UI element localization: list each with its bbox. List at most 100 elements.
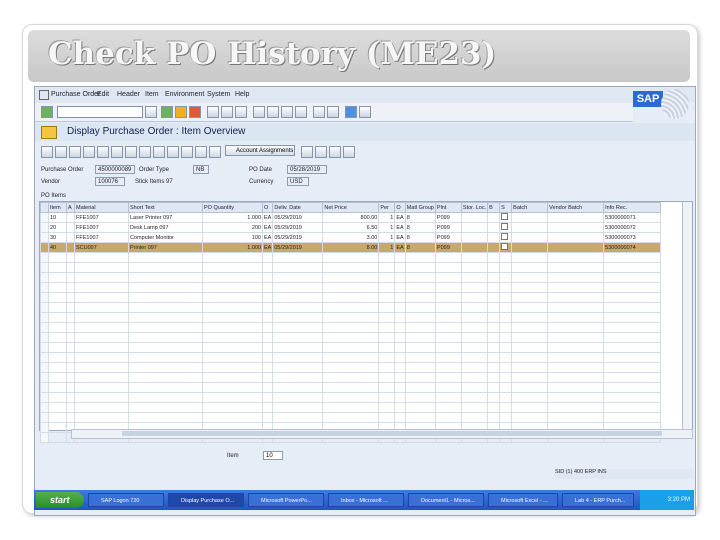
table-cell[interactable] [394,312,406,323]
table-cell[interactable] [48,382,67,393]
select-all-icon[interactable] [69,146,81,158]
table-cell[interactable] [434,302,462,313]
table-cell[interactable] [378,392,396,403]
table-cell[interactable] [434,342,462,353]
row-checkbox[interactable] [501,243,509,250]
row-selector[interactable] [40,342,49,353]
table-cell[interactable] [74,412,129,423]
table-cell[interactable] [128,312,203,323]
row-selector[interactable] [40,372,49,383]
next-page-icon[interactable] [281,106,293,118]
table-cell[interactable] [404,412,436,423]
row-selector[interactable] [40,322,49,333]
table-cell[interactable] [272,292,324,303]
table-cell[interactable] [128,402,203,413]
table-cell[interactable] [261,272,274,283]
table-cell[interactable] [272,262,324,273]
table-cell[interactable] [603,402,662,413]
table-cell[interactable] [547,282,605,293]
table-cell[interactable] [499,262,513,273]
table-cell[interactable] [66,252,75,263]
table-cell[interactable] [272,252,324,263]
row-selector[interactable] [40,212,49,223]
table-cell[interactable]: EA [261,232,274,243]
empty-row[interactable] [40,362,662,373]
table-cell[interactable] [434,282,462,293]
table-cell[interactable] [434,352,462,363]
table-cell[interactable] [272,372,324,383]
table-cell[interactable] [487,312,501,323]
shortcut-icon[interactable] [327,106,339,118]
menu-system[interactable]: System [207,91,230,98]
back-icon[interactable] [161,106,173,118]
empty-row[interactable] [40,302,662,313]
table-cell[interactable] [394,282,406,293]
menu-help[interactable]: Help [235,91,249,98]
table-cell[interactable] [460,302,489,313]
table-cell[interactable] [511,242,549,253]
table-cell[interactable] [48,322,67,333]
table-cell[interactable] [48,362,67,373]
table-cell[interactable] [547,312,605,323]
table-cell[interactable]: 1 [378,232,396,243]
schedule-icon[interactable] [181,146,193,158]
table-cell[interactable]: 1 [378,212,396,223]
table-cell[interactable] [460,272,489,283]
table-cell[interactable] [261,342,274,353]
table-cell[interactable] [511,312,549,323]
table-cell[interactable] [547,332,605,343]
table-cell[interactable] [404,322,436,333]
table-cell[interactable] [547,212,605,223]
table-cell[interactable]: EA [394,222,406,233]
table-cell[interactable] [394,392,406,403]
table-cell[interactable] [487,412,501,423]
table-cell[interactable] [603,312,662,323]
row-selector[interactable] [40,222,49,233]
table-cell[interactable] [322,402,380,413]
table-cell[interactable] [272,282,324,293]
table-cell[interactable] [460,282,489,293]
table-cell[interactable] [487,212,501,223]
table-cell[interactable]: SCU097 [74,242,129,253]
row-selector[interactable] [40,382,49,393]
table-cell[interactable]: 8 [404,222,436,233]
table-cell[interactable] [499,312,513,323]
find-next-icon[interactable] [235,106,247,118]
empty-row[interactable] [40,312,662,323]
table-cell[interactable] [202,302,263,313]
table-cell[interactable] [460,352,489,363]
table-cell[interactable] [378,262,396,273]
table-cell[interactable] [511,302,549,313]
table-cell[interactable] [434,412,462,423]
table-cell[interactable] [66,362,75,373]
table-cell[interactable] [499,222,513,233]
table-cell[interactable] [511,412,549,423]
table-cell[interactable]: P099 [434,232,462,243]
table-cell[interactable] [128,372,203,383]
row-selector[interactable] [40,332,49,343]
table-cell[interactable] [322,252,380,263]
table-cell[interactable] [394,302,406,313]
table-cell[interactable]: 8.00 [322,242,380,253]
table-cell[interactable] [547,402,605,413]
table-cell[interactable]: 1.000 [202,212,263,223]
table-cell[interactable] [460,242,489,253]
table-cell[interactable] [322,372,380,383]
table-cell[interactable] [487,362,501,373]
table-cell[interactable] [202,332,263,343]
table-cell[interactable] [128,302,203,313]
table-cell[interactable] [547,222,605,233]
table-cell[interactable]: P099 [434,242,462,253]
empty-row[interactable] [40,382,662,393]
table-cell[interactable] [202,412,263,423]
po-date-field[interactable]: 05/28/2019 [287,165,327,174]
table-cell[interactable] [499,292,513,303]
table-cell[interactable] [499,252,513,263]
table-cell[interactable] [272,412,324,423]
table-cell[interactable] [261,352,274,363]
table-cell[interactable] [603,332,662,343]
layout-menu-icon[interactable] [359,106,371,118]
table-cell[interactable] [272,402,324,413]
column-header[interactable]: Plnt [434,202,462,213]
table-cell[interactable] [511,352,549,363]
